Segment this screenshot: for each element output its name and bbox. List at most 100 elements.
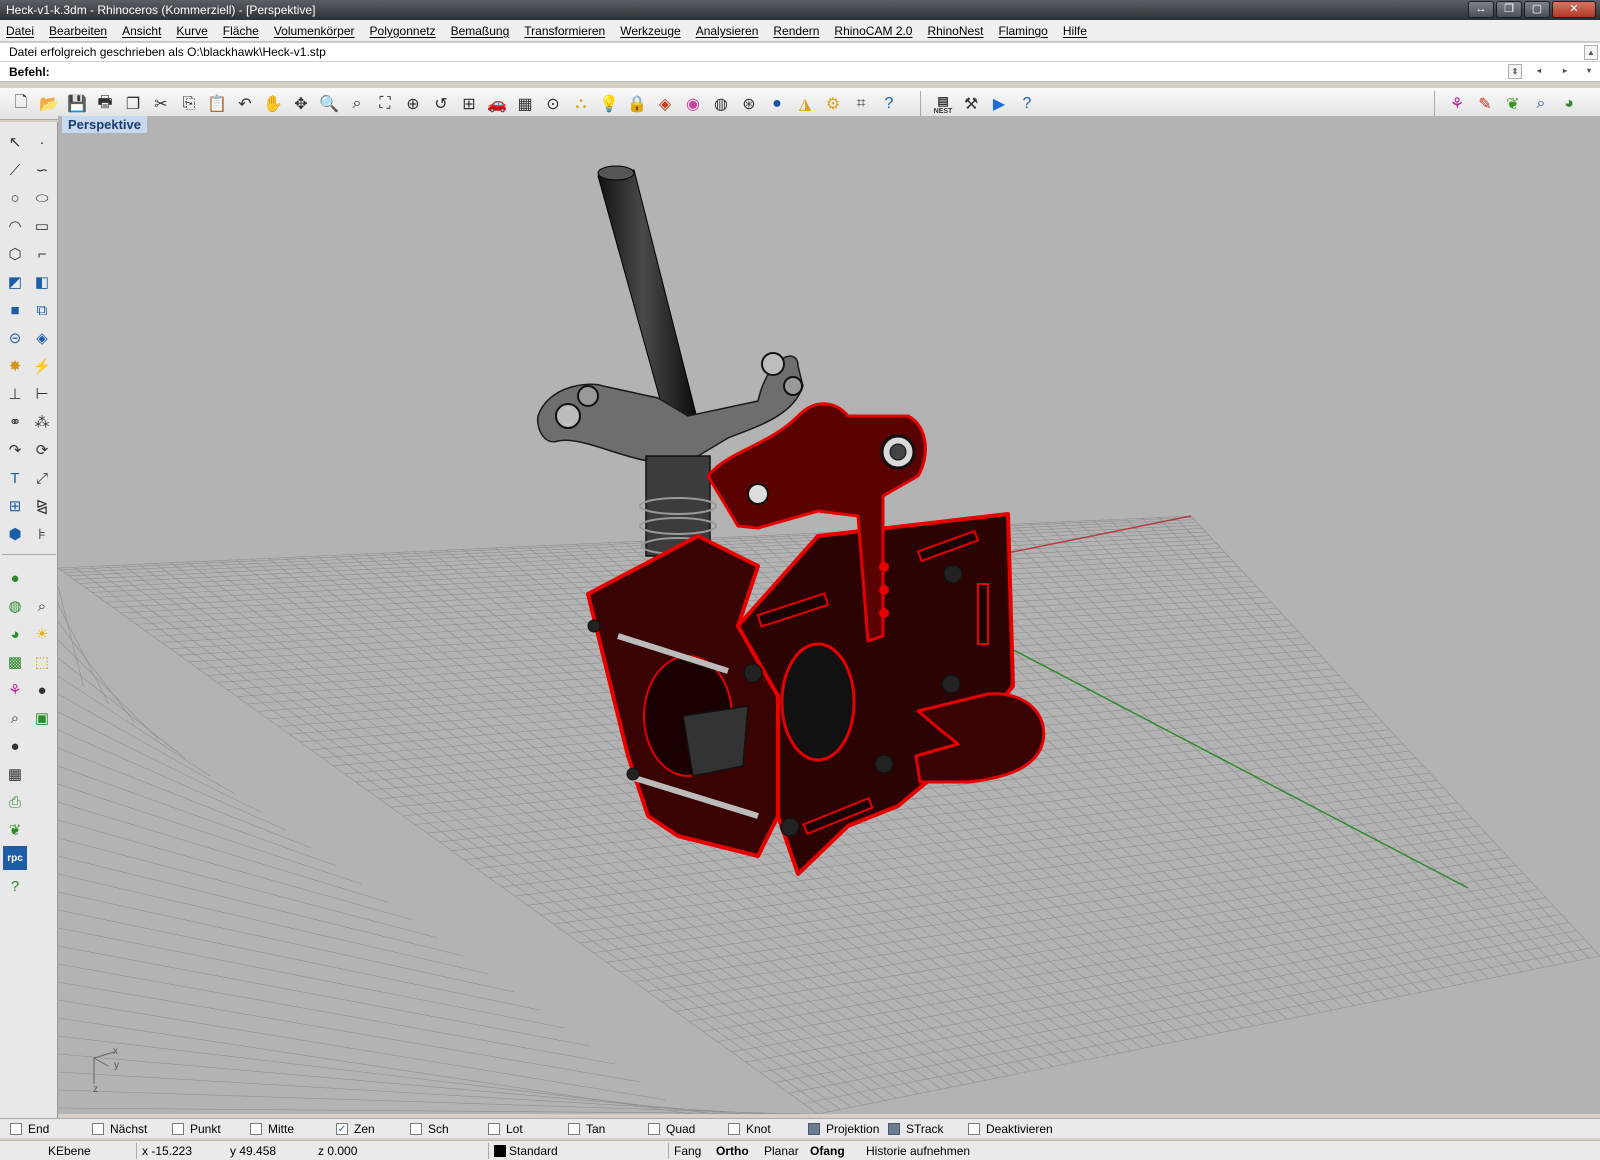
osnap-quad[interactable]: Quad (648, 1122, 695, 1136)
checked-checkbox-icon[interactable]: ✓ (336, 1123, 348, 1135)
circle-icon[interactable]: ○ (3, 186, 27, 210)
checkbox-icon[interactable] (808, 1123, 820, 1135)
trim-icon[interactable]: ⊥ (3, 382, 27, 406)
osnap-lot[interactable]: Lot (488, 1122, 523, 1136)
layers-icon[interactable]: ◈ (652, 91, 678, 117)
render-zoom-icon[interactable]: ⌕ (1528, 91, 1554, 117)
osnap-tan[interactable]: Tan (568, 1122, 605, 1136)
minimize-button[interactable]: ❐ (1496, 1, 1522, 18)
osnap-punkt[interactable]: Punkt (172, 1122, 221, 1136)
checkbox-icon[interactable] (172, 1123, 184, 1135)
zoom-render-icon[interactable]: ⌕ (30, 594, 54, 618)
command-next-icon[interactable]: ▸ (1558, 64, 1572, 79)
color-wheel-icon[interactable]: ◉ (680, 91, 706, 117)
fillet-curve-icon[interactable]: ⌐ (30, 242, 54, 266)
select-arrow-icon[interactable]: ↖ (3, 130, 27, 154)
text-icon[interactable]: T (3, 466, 27, 490)
osnap-sch[interactable]: Sch (410, 1122, 449, 1136)
menu-item-bearbeiten[interactable]: Bearbeiten (49, 24, 107, 38)
render-zoom-left-icon[interactable]: ⌕ (3, 706, 27, 730)
open-folder-icon[interactable]: 📂 (36, 91, 62, 117)
boolean-union-icon[interactable]: ⧉ (30, 298, 54, 322)
osnap-mitte[interactable]: Mitte (250, 1122, 294, 1136)
command-options-icon[interactable]: ▾ (1582, 64, 1596, 79)
snap-toggle[interactable]: Fang (674, 1144, 701, 1158)
perspective-viewport[interactable]: x y z Perspektive (58, 116, 1600, 1114)
new-file-icon[interactable]: 🗋 (8, 91, 34, 117)
cplane-indicator[interactable]: KEbene (48, 1144, 91, 1158)
menu-item-bemaßung[interactable]: Bemaßung (451, 24, 510, 38)
flamingo-left-icon[interactable]: ⚘ (3, 678, 27, 702)
viewport-title-tab[interactable]: Perspektive (62, 116, 147, 133)
plant-editor-icon[interactable]: ❦ (3, 818, 27, 842)
osnap-end[interactable]: End (10, 1122, 49, 1136)
osnap-zen[interactable]: ✓ Zen (336, 1122, 375, 1136)
render-help-icon[interactable]: ? (3, 874, 27, 898)
osnap-toggle[interactable]: Ofang (810, 1144, 845, 1158)
command-history-spin-icon[interactable]: ⇕ (1508, 64, 1522, 79)
paste-icon[interactable]: 📋 (204, 91, 230, 117)
scene-canvas[interactable]: x y z (58, 116, 1600, 1114)
cplane-icon[interactable]: ▦ (512, 91, 538, 117)
print-icon[interactable]: 🖶 (92, 91, 118, 117)
menu-item-volumenkörper[interactable]: Volumenkörper (274, 24, 355, 38)
menu-item-hilfe[interactable]: Hilfe (1063, 24, 1087, 38)
current-layer[interactable]: Standard (494, 1144, 558, 1158)
loft-surface-icon[interactable]: ◧ (30, 270, 54, 294)
options-gear-icon[interactable]: ⚙ (820, 91, 846, 117)
checkbox-icon[interactable] (92, 1123, 104, 1135)
light-bulb-icon[interactable]: 💡 (596, 91, 622, 117)
rotate-icon[interactable]: ⟳ (30, 438, 54, 462)
select-filter-icon[interactable]: ⛬ (568, 91, 594, 117)
zoom-extents-icon[interactable]: ⛶ (372, 91, 398, 117)
maximize-button[interactable]: ▢ (1524, 1, 1550, 18)
render-preview-icon[interactable]: ▣ (30, 706, 54, 730)
array-icon[interactable]: ⊞ (3, 494, 27, 518)
menu-item-rendern[interactable]: Rendern (773, 24, 819, 38)
undo-icon[interactable]: ↶ (232, 91, 258, 117)
rotate-view-icon[interactable]: ✥ (288, 91, 314, 117)
checker-icon[interactable]: ▦ (3, 762, 27, 786)
checkbox-icon[interactable] (488, 1123, 500, 1135)
zoom-icon[interactable]: 🔍 (316, 91, 342, 117)
record-history-toggle[interactable]: Historie aufnehmen (866, 1144, 970, 1158)
four-viewports-icon[interactable]: ⊞ (456, 91, 482, 117)
render-sphere-icon[interactable]: ● (764, 91, 790, 117)
checkbox-icon[interactable] (648, 1123, 660, 1135)
flamingo-icon[interactable]: ⚘ (1444, 91, 1470, 117)
texture-map-icon[interactable]: ▩ (3, 650, 27, 674)
material-editor-icon[interactable]: ◕ (3, 622, 27, 646)
planar-toggle[interactable]: Planar (764, 1144, 799, 1158)
cage-edit-icon[interactable]: ⬢ (3, 522, 27, 546)
zoom-window-icon[interactable]: ⌕ (344, 91, 370, 117)
copy-icon[interactable]: ⎘ (176, 91, 202, 117)
split-icon[interactable]: ⚡ (30, 354, 54, 378)
checkbox-icon[interactable] (728, 1123, 740, 1135)
history-scroll-up-arrow-icon[interactable]: ▲ (1584, 45, 1598, 60)
scale-icon[interactable]: ⤢ (30, 466, 54, 490)
ellipse-icon[interactable]: ⬭ (30, 186, 54, 210)
menu-item-polygonnetz[interactable]: Polygonnetz (370, 24, 436, 38)
menu-item-werkzeuge[interactable]: Werkzeuge (620, 24, 680, 38)
curve-icon[interactable]: ∽ (30, 158, 54, 182)
menu-item-kurve[interactable]: Kurve (176, 24, 207, 38)
menu-item-analysieren[interactable]: Analysieren (696, 24, 759, 38)
environment-icon[interactable]: ⬚ (30, 650, 54, 674)
join-icon[interactable]: ⚭ (3, 410, 27, 434)
sun-icon[interactable]: ☀ (30, 622, 54, 646)
dimension-icon[interactable]: ⊧ (30, 522, 54, 546)
osnap-target-icon[interactable]: ⊙ (540, 91, 566, 117)
offset-curve-icon[interactable]: ↷ (3, 438, 27, 462)
osnap-strack[interactable]: STrack (888, 1122, 944, 1136)
rectangle-icon[interactable]: ▭ (30, 214, 54, 238)
checkbox-icon[interactable] (410, 1123, 422, 1135)
bomb-icon[interactable]: ● (3, 734, 27, 758)
help-icon[interactable]: ? (876, 91, 902, 117)
extend-icon[interactable]: ⊢ (30, 382, 54, 406)
car-viewport-icon[interactable]: 🚗 (484, 91, 510, 117)
layout-icon[interactable]: ❐ (120, 91, 146, 117)
osnap-projektion[interactable]: Projektion (808, 1122, 879, 1136)
lock-icon[interactable]: 🔒 (624, 91, 650, 117)
polygon-icon[interactable]: ⬡ (3, 242, 27, 266)
rpc-icon[interactable]: rpc (3, 846, 27, 870)
